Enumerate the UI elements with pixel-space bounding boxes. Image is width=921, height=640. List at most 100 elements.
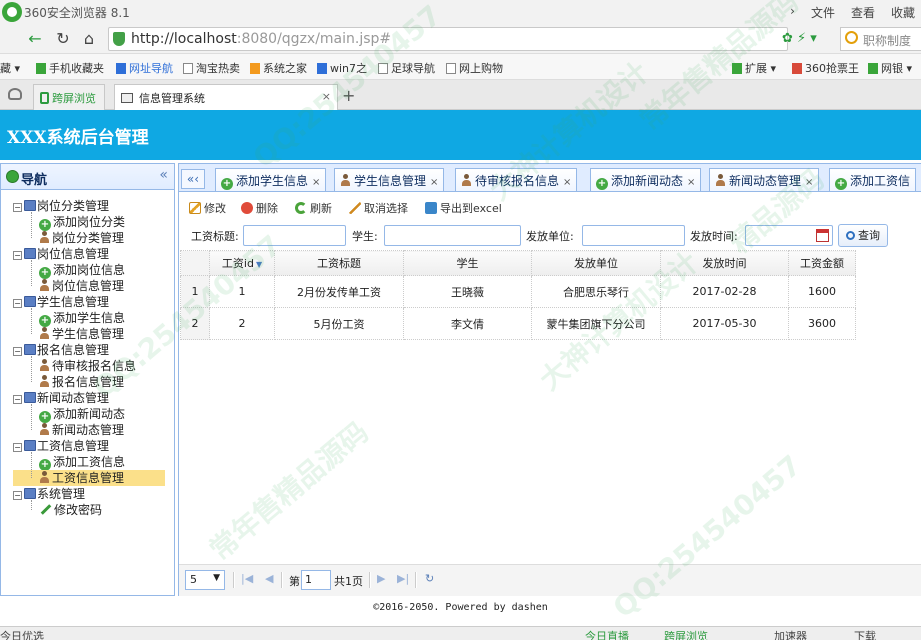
reload-icon[interactable]: ↻ <box>52 28 74 50</box>
nav-item[interactable]: 工资信息管理 <box>13 470 165 486</box>
column-header[interactable]: 学生 <box>403 250 532 276</box>
next-page-icon[interactable]: ▶ <box>377 572 385 585</box>
fav-item[interactable]: 淘宝热卖 <box>183 60 240 76</box>
tab-scroll-left-icon[interactable]: «‹ <box>181 169 205 189</box>
fav-item[interactable]: 360抢票王 <box>792 60 859 76</box>
status-live[interactable]: 今日直播 <box>585 628 629 640</box>
close-tab-icon[interactable]: × <box>687 177 695 188</box>
content-tab[interactable]: + 添加工资信 <box>829 168 917 191</box>
expand-icon[interactable]: − <box>13 395 22 404</box>
content-tab[interactable]: 新闻动态管理 × <box>709 168 820 191</box>
table-cell-unit[interactable]: 合肥思乐琴行 <box>531 275 661 308</box>
expand-icon[interactable]: − <box>13 203 22 212</box>
nav-group[interactable]: − 岗位分类管理 <box>13 198 109 214</box>
calendar-icon[interactable] <box>816 229 829 242</box>
table-cell-student[interactable]: 王晓薇 <box>403 275 532 308</box>
expand-icon[interactable]: − <box>13 443 22 452</box>
status-left[interactable]: 今日优选 <box>0 628 44 640</box>
nav-item[interactable]: 新闻动态管理 <box>39 422 124 438</box>
expand-icon[interactable]: − <box>13 347 22 356</box>
home-icon[interactable]: ⌂ <box>78 28 100 50</box>
last-page-icon[interactable]: ▶| <box>397 572 409 585</box>
student-input[interactable] <box>384 225 521 246</box>
expand-icon[interactable]: − <box>13 251 22 260</box>
refresh-button[interactable]: 刷新 <box>295 200 332 216</box>
close-tab-icon[interactable]: × <box>322 90 331 103</box>
menu-view[interactable]: 查看 <box>851 4 875 21</box>
cloud-icon[interactable] <box>8 88 22 100</box>
column-header[interactable]: 发放时间 <box>660 250 789 276</box>
nav-item[interactable]: 岗位信息管理 <box>39 278 124 294</box>
time-input[interactable] <box>745 225 833 246</box>
menu-more[interactable]: › <box>790 4 795 21</box>
query-button[interactable]: 查询 <box>838 224 888 247</box>
fav-item[interactable]: 网址导航 <box>116 60 173 76</box>
back-arrow-icon[interactable]: ← <box>24 28 46 50</box>
menu-favorites[interactable]: 收藏 <box>891 4 915 21</box>
nav-item[interactable]: 修改密码 <box>39 502 102 518</box>
delete-button[interactable]: 删除 <box>241 200 278 216</box>
fav-item[interactable]: 扩展 ▾ <box>732 60 776 76</box>
nav-item[interactable]: 学生信息管理 <box>39 326 124 342</box>
nav-group[interactable]: − 系统管理 <box>13 486 85 502</box>
edit-button[interactable]: 修改 <box>189 200 226 216</box>
table-cell-id[interactable]: 2 <box>209 307 275 340</box>
table-cell-unit[interactable]: 蒙牛集团旗下分公司 <box>531 307 661 340</box>
first-page-icon[interactable]: |◀ <box>241 572 253 585</box>
expand-icon[interactable]: − <box>13 299 22 308</box>
nav-group[interactable]: − 新闻动态管理 <box>13 390 109 406</box>
table-row[interactable]: 2 2 5月份工资 李文倩 蒙牛集团旗下分公司 2017-05-30 3600 <box>180 307 856 340</box>
search-input[interactable]: 职称制度 <box>840 27 921 51</box>
status-accelerator[interactable]: 加速器 <box>774 628 807 640</box>
nav-group[interactable]: − 工资信息管理 <box>13 438 109 454</box>
content-tab[interactable]: 待审核报名信息 × <box>455 168 578 191</box>
unit-input[interactable] <box>582 225 685 246</box>
cancel-select-button[interactable]: 取消选择 <box>349 200 408 216</box>
nav-group[interactable]: − 报名信息管理 <box>13 342 109 358</box>
nav-item[interactable]: + 添加工资信息 <box>39 454 125 471</box>
fav-item[interactable]: 网上购物 <box>446 60 503 76</box>
browser-tab-active[interactable]: 信息管理系统 × <box>114 84 338 110</box>
content-tab[interactable]: + 添加新闻动态 × <box>590 168 702 191</box>
table-cell-title[interactable]: 2月份发传单工资 <box>274 275 404 308</box>
nav-group[interactable]: − 学生信息管理 <box>13 294 109 310</box>
fav-item[interactable]: 手机收藏夹 <box>36 60 104 76</box>
nav-item[interactable]: + 添加岗位分类 <box>39 214 125 231</box>
reload-page-icon[interactable]: ↻ <box>425 572 434 585</box>
table-cell-amount[interactable]: 3600 <box>788 307 856 340</box>
fav-item[interactable]: 藏 ▾ <box>0 60 20 76</box>
table-cell-id[interactable]: 1 <box>209 275 275 308</box>
close-tab-icon[interactable]: × <box>805 177 813 188</box>
close-tab-icon[interactable]: × <box>430 177 438 188</box>
status-cross-screen[interactable]: 跨屏浏览 <box>664 628 708 640</box>
table-row[interactable]: 1 1 2月份发传单工资 王晓薇 合肥思乐琴行 2017-02-28 1600 <box>180 275 856 308</box>
page-number-input[interactable]: 1 <box>301 570 331 590</box>
menu-file[interactable]: 文件 <box>811 4 835 21</box>
content-tab[interactable]: + 添加学生信息 × <box>215 168 327 191</box>
nav-item[interactable]: + 添加岗位信息 <box>39 262 125 279</box>
column-header[interactable]: 工资标题 <box>274 250 404 276</box>
table-cell-amount[interactable]: 1600 <box>788 275 856 308</box>
nav-group[interactable]: − 岗位信息管理 <box>13 246 109 262</box>
table-cell-time[interactable]: 2017-02-28 <box>660 275 789 308</box>
prev-page-icon[interactable]: ◀ <box>265 572 273 585</box>
nav-item[interactable]: 岗位分类管理 <box>39 230 124 246</box>
fav-item[interactable]: 网银 ▾ <box>868 60 912 76</box>
column-header[interactable]: 工资金额 <box>788 250 856 276</box>
browser-tab-cross-screen[interactable]: 跨屏浏览 <box>33 84 105 110</box>
export-button[interactable]: 导出到excel <box>425 200 502 216</box>
fav-item[interactable]: 系统之家 <box>250 60 307 76</box>
new-tab-icon[interactable]: + <box>342 86 355 105</box>
url-input[interactable]: http://localhost:8080/qgzx/main.jsp# <box>108 27 788 51</box>
status-download[interactable]: 下载 <box>854 628 876 640</box>
nav-item[interactable]: + 添加学生信息 <box>39 310 125 327</box>
close-tab-icon[interactable]: × <box>563 177 571 188</box>
table-cell-title[interactable]: 5月份工资 <box>274 307 404 340</box>
page-size-select[interactable]: 5 ▼ <box>185 570 225 590</box>
salary-title-input[interactable] <box>243 225 346 246</box>
nav-item[interactable]: 待审核报名信息 <box>39 358 136 374</box>
table-cell-time[interactable]: 2017-05-30 <box>660 307 789 340</box>
nav-item[interactable]: + 添加新闻动态 <box>39 406 125 423</box>
column-header[interactable]: 工资id ▼ <box>209 250 275 276</box>
content-tab[interactable]: 学生信息管理 × <box>334 168 445 191</box>
